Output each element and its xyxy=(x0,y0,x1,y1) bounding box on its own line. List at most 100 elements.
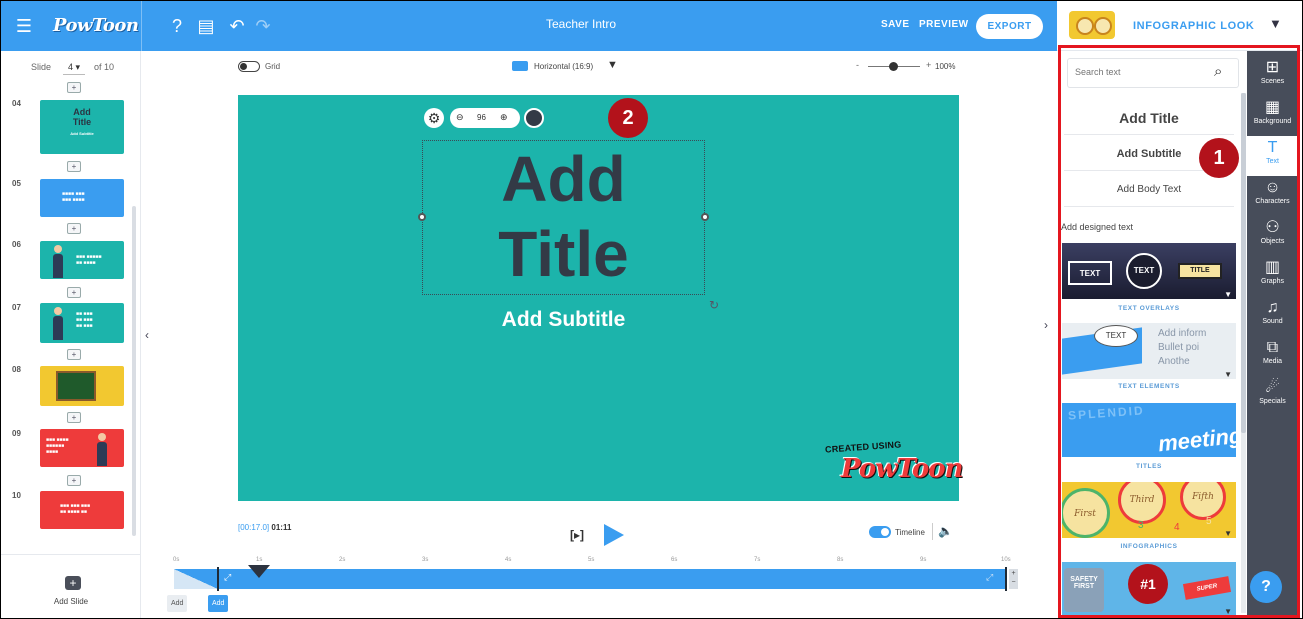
rail-characters[interactable]: ☺ Characters xyxy=(1247,176,1298,216)
chevron-down-icon[interactable]: ▼ xyxy=(607,59,618,71)
slide-number-label: 08 xyxy=(12,365,21,374)
timeline-end-marker[interactable] xyxy=(1005,567,1007,591)
rail-label: Characters xyxy=(1255,198,1290,205)
zoom-slider[interactable]: - + 100% xyxy=(856,60,966,73)
powtoon-logo[interactable]: PowToon xyxy=(53,14,139,38)
menu-icon[interactable]: ☰ xyxy=(13,15,35,37)
add-enter-tag[interactable]: Add xyxy=(167,595,188,612)
grid-label: Grid xyxy=(265,62,281,71)
slide-thumbnail[interactable] xyxy=(40,366,124,406)
rail-graphs[interactable]: ▥ Graphs xyxy=(1247,256,1298,296)
slide-thumbnail[interactable]: ■■ ■■■ ■■ ■■■ ■■ ■■■ xyxy=(40,303,124,343)
help-button[interactable]: ? xyxy=(1250,571,1282,603)
add-slide-icon[interactable]: + xyxy=(65,576,81,590)
search-input[interactable] xyxy=(1075,67,1205,77)
info-number: 3 xyxy=(1138,520,1144,531)
rail-scenes[interactable]: ⊞ Scenes xyxy=(1247,56,1298,96)
search-box[interactable]: ⌕ xyxy=(1067,58,1239,88)
document-title[interactable]: Teacher Intro xyxy=(481,17,681,31)
chevron-down-icon[interactable]: ▼ xyxy=(1224,529,1232,538)
timeline-plus-minus[interactable]: + − xyxy=(1009,569,1018,589)
zoom-knob[interactable] xyxy=(889,62,898,71)
text-overlays-card[interactable]: TEXT TEXT TITLE ▼ xyxy=(1062,243,1236,299)
top-bar: ☰ PowToon ? ▤ ↶ ↷ Teacher Intro SAVE PRE… xyxy=(1,1,1057,51)
play-step-button[interactable]: [▸] xyxy=(570,528,584,542)
timeline-track[interactable] xyxy=(174,569,1005,589)
slide-title[interactable]: Add Title xyxy=(422,142,705,292)
slide-total: of 10 xyxy=(94,62,115,72)
rail-media[interactable]: ⧉ Media xyxy=(1247,336,1298,376)
chevron-right-icon[interactable]: › xyxy=(1044,318,1048,332)
playhead[interactable] xyxy=(248,565,270,578)
insert-slide-icon[interactable]: + xyxy=(67,82,81,93)
timeline-toggle[interactable] xyxy=(869,526,891,538)
redo-icon[interactable]: ↷ xyxy=(252,15,274,37)
slide-thumbnail[interactable]: ■■■■ ■■■ ■■■ ■■■■ xyxy=(40,179,124,217)
rail-sound[interactable]: ♫ Sound xyxy=(1247,296,1298,336)
specials-icon: ☄ xyxy=(1265,379,1280,396)
search-icon[interactable]: ⌕ xyxy=(1214,63,1222,80)
chevron-down-icon[interactable]: ▼ xyxy=(1269,16,1282,31)
add-body-text-option[interactable]: Add Body Text xyxy=(1064,173,1234,207)
infographics-card[interactable]: First Third Fifth 3 4 5 ▼ xyxy=(1062,482,1236,538)
grid-toggle[interactable] xyxy=(238,61,260,72)
slide-thumbnail[interactable]: Add Title Add Subtitle xyxy=(40,100,124,154)
slide-number-select[interactable]: 4 ▾ xyxy=(63,59,85,75)
gear-icon[interactable]: ⚙ xyxy=(424,108,444,128)
titles-card[interactable]: SPLENDID meeting xyxy=(1062,403,1236,457)
insert-slide-icon[interactable]: + xyxy=(67,161,81,172)
chevron-down-icon[interactable]: ▼ xyxy=(1224,607,1232,616)
chevron-down-icon[interactable]: ▼ xyxy=(1224,370,1232,379)
insert-slide-icon[interactable]: + xyxy=(67,223,81,234)
slides-scrollbar[interactable] xyxy=(132,206,136,536)
insert-slide-icon[interactable]: + xyxy=(67,287,81,298)
play-icon[interactable] xyxy=(604,524,624,546)
expand-icon[interactable]: ⤢ xyxy=(986,572,993,583)
rotate-handle-icon[interactable]: ↻ xyxy=(709,298,719,312)
ruler-tick: 4s xyxy=(505,557,512,563)
zoom-out-icon[interactable]: - xyxy=(856,60,859,70)
info-bubble: Third xyxy=(1118,482,1166,524)
slide-thumbnail[interactable]: ■■■ ■■■ ■■■ ■■ ■■■■ ■■ xyxy=(40,491,124,529)
notes-icon[interactable]: ▤ xyxy=(195,15,217,37)
insert-slide-icon[interactable]: + xyxy=(67,412,81,423)
save-button[interactable]: SAVE xyxy=(881,19,910,30)
export-button[interactable]: EXPORT xyxy=(976,14,1043,39)
ruler-tick: 10s xyxy=(1001,557,1011,563)
help-circle-icon[interactable]: ? xyxy=(166,15,188,37)
element-start-marker[interactable] xyxy=(217,567,219,591)
preview-button[interactable]: PREVIEW xyxy=(919,19,969,30)
slide-thumbnail[interactable]: ■■■ ■■■■ ■■■■■■ ■■■■ xyxy=(40,429,124,467)
look-selector[interactable]: INFOGRAPHIC LOOK ▼ xyxy=(1057,1,1302,51)
font-size-stepper[interactable]: ⊖ 96 ⊕ xyxy=(450,108,520,128)
character-figure xyxy=(96,433,108,467)
rail-background[interactable]: ▦ Background xyxy=(1247,96,1298,136)
plus-icon[interactable]: ⊕ xyxy=(500,112,508,123)
add-slide-label[interactable]: Add Slide xyxy=(1,597,141,606)
chevron-down-icon[interactable]: ▼ xyxy=(1224,290,1232,299)
info-number: 4 xyxy=(1174,522,1180,533)
badges-card[interactable]: SAFETY FIRST #1 SUPER ▼ xyxy=(1062,562,1236,616)
insert-slide-icon[interactable]: + xyxy=(67,349,81,360)
add-slide-area[interactable]: + Add Slide xyxy=(1,554,141,618)
add-title-option[interactable]: Add Title xyxy=(1064,101,1234,135)
rail-specials[interactable]: ☄ Specials xyxy=(1247,376,1298,416)
transition-in[interactable] xyxy=(174,569,218,589)
speaker-icon[interactable]: 🔈 xyxy=(938,524,953,538)
zoom-in-icon[interactable]: + xyxy=(926,60,931,70)
slide-subtitle[interactable]: Add Subtitle xyxy=(422,308,705,332)
panel-scrollbar[interactable] xyxy=(1241,93,1246,613)
slide-thumbnail[interactable]: ■■■ ■■■■■ ■■ ■■■■ xyxy=(40,241,124,279)
undo-icon[interactable]: ↶ xyxy=(226,15,248,37)
look-thumbnail xyxy=(1069,11,1115,39)
insert-slide-icon[interactable]: + xyxy=(67,475,81,486)
add-exit-tag[interactable]: Add xyxy=(208,595,229,612)
category-label: TEXT ELEMENTS xyxy=(1118,383,1180,390)
expand-icon[interactable]: ⤢ xyxy=(224,572,231,583)
text-color-picker[interactable] xyxy=(524,108,544,128)
rail-objects[interactable]: ⚇ Objects xyxy=(1247,216,1298,256)
minus-icon[interactable]: ⊖ xyxy=(456,112,464,123)
rail-text[interactable]: T Text xyxy=(1247,136,1298,176)
text-elements-card[interactable]: TEXT Add inform Bullet poi Anothe ▼ xyxy=(1062,323,1236,379)
chevron-left-icon[interactable]: ‹ xyxy=(145,328,149,342)
